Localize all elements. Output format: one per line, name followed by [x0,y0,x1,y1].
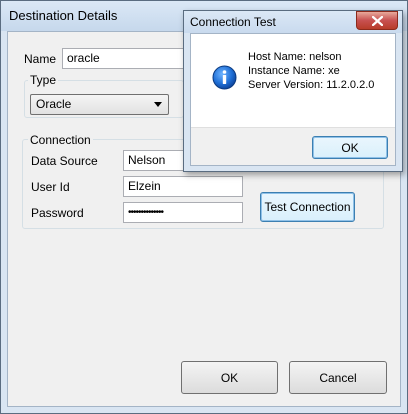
name-field[interactable]: oracle [62,48,192,69]
user-id-field[interactable]: Elzein [123,176,243,197]
instance-name-text: Instance Name: xe [248,65,340,77]
type-dropdown-value: Oracle [36,97,72,111]
popup-ok-button[interactable]: OK [312,136,388,159]
close-icon [371,15,383,26]
user-id-label: User Id [31,180,70,194]
chevron-down-icon [154,102,162,107]
popup-title: Connection Test [190,15,276,29]
connection-test-dialog: Connection Test Host Name: nelson Instan… [183,10,403,172]
ok-button[interactable]: OK [181,361,278,394]
dialog-title: Destination Details [9,8,118,23]
popup-client-area: Host Name: nelson Instance Name: xe Serv… [190,33,396,166]
password-field[interactable]: •••••••••••••• [123,202,243,223]
name-label: Name [24,52,57,66]
close-button[interactable] [356,11,398,30]
type-dropdown[interactable]: Oracle [30,94,169,115]
data-source-label: Data Source [31,154,98,168]
password-label: Password [31,206,84,220]
data-source-field[interactable]: Nelson [123,150,187,171]
info-icon [212,65,237,90]
server-version-text: Server Version: 11.2.0.2.0 [248,79,375,91]
test-connection-button[interactable]: Test Connection [260,192,355,222]
host-name-text: Host Name: nelson [248,51,342,63]
cancel-button[interactable]: Cancel [289,361,387,394]
connection-group-title: Connection [28,133,93,147]
popup-footer: OK [191,127,395,165]
type-group-title: Type [28,73,59,87]
